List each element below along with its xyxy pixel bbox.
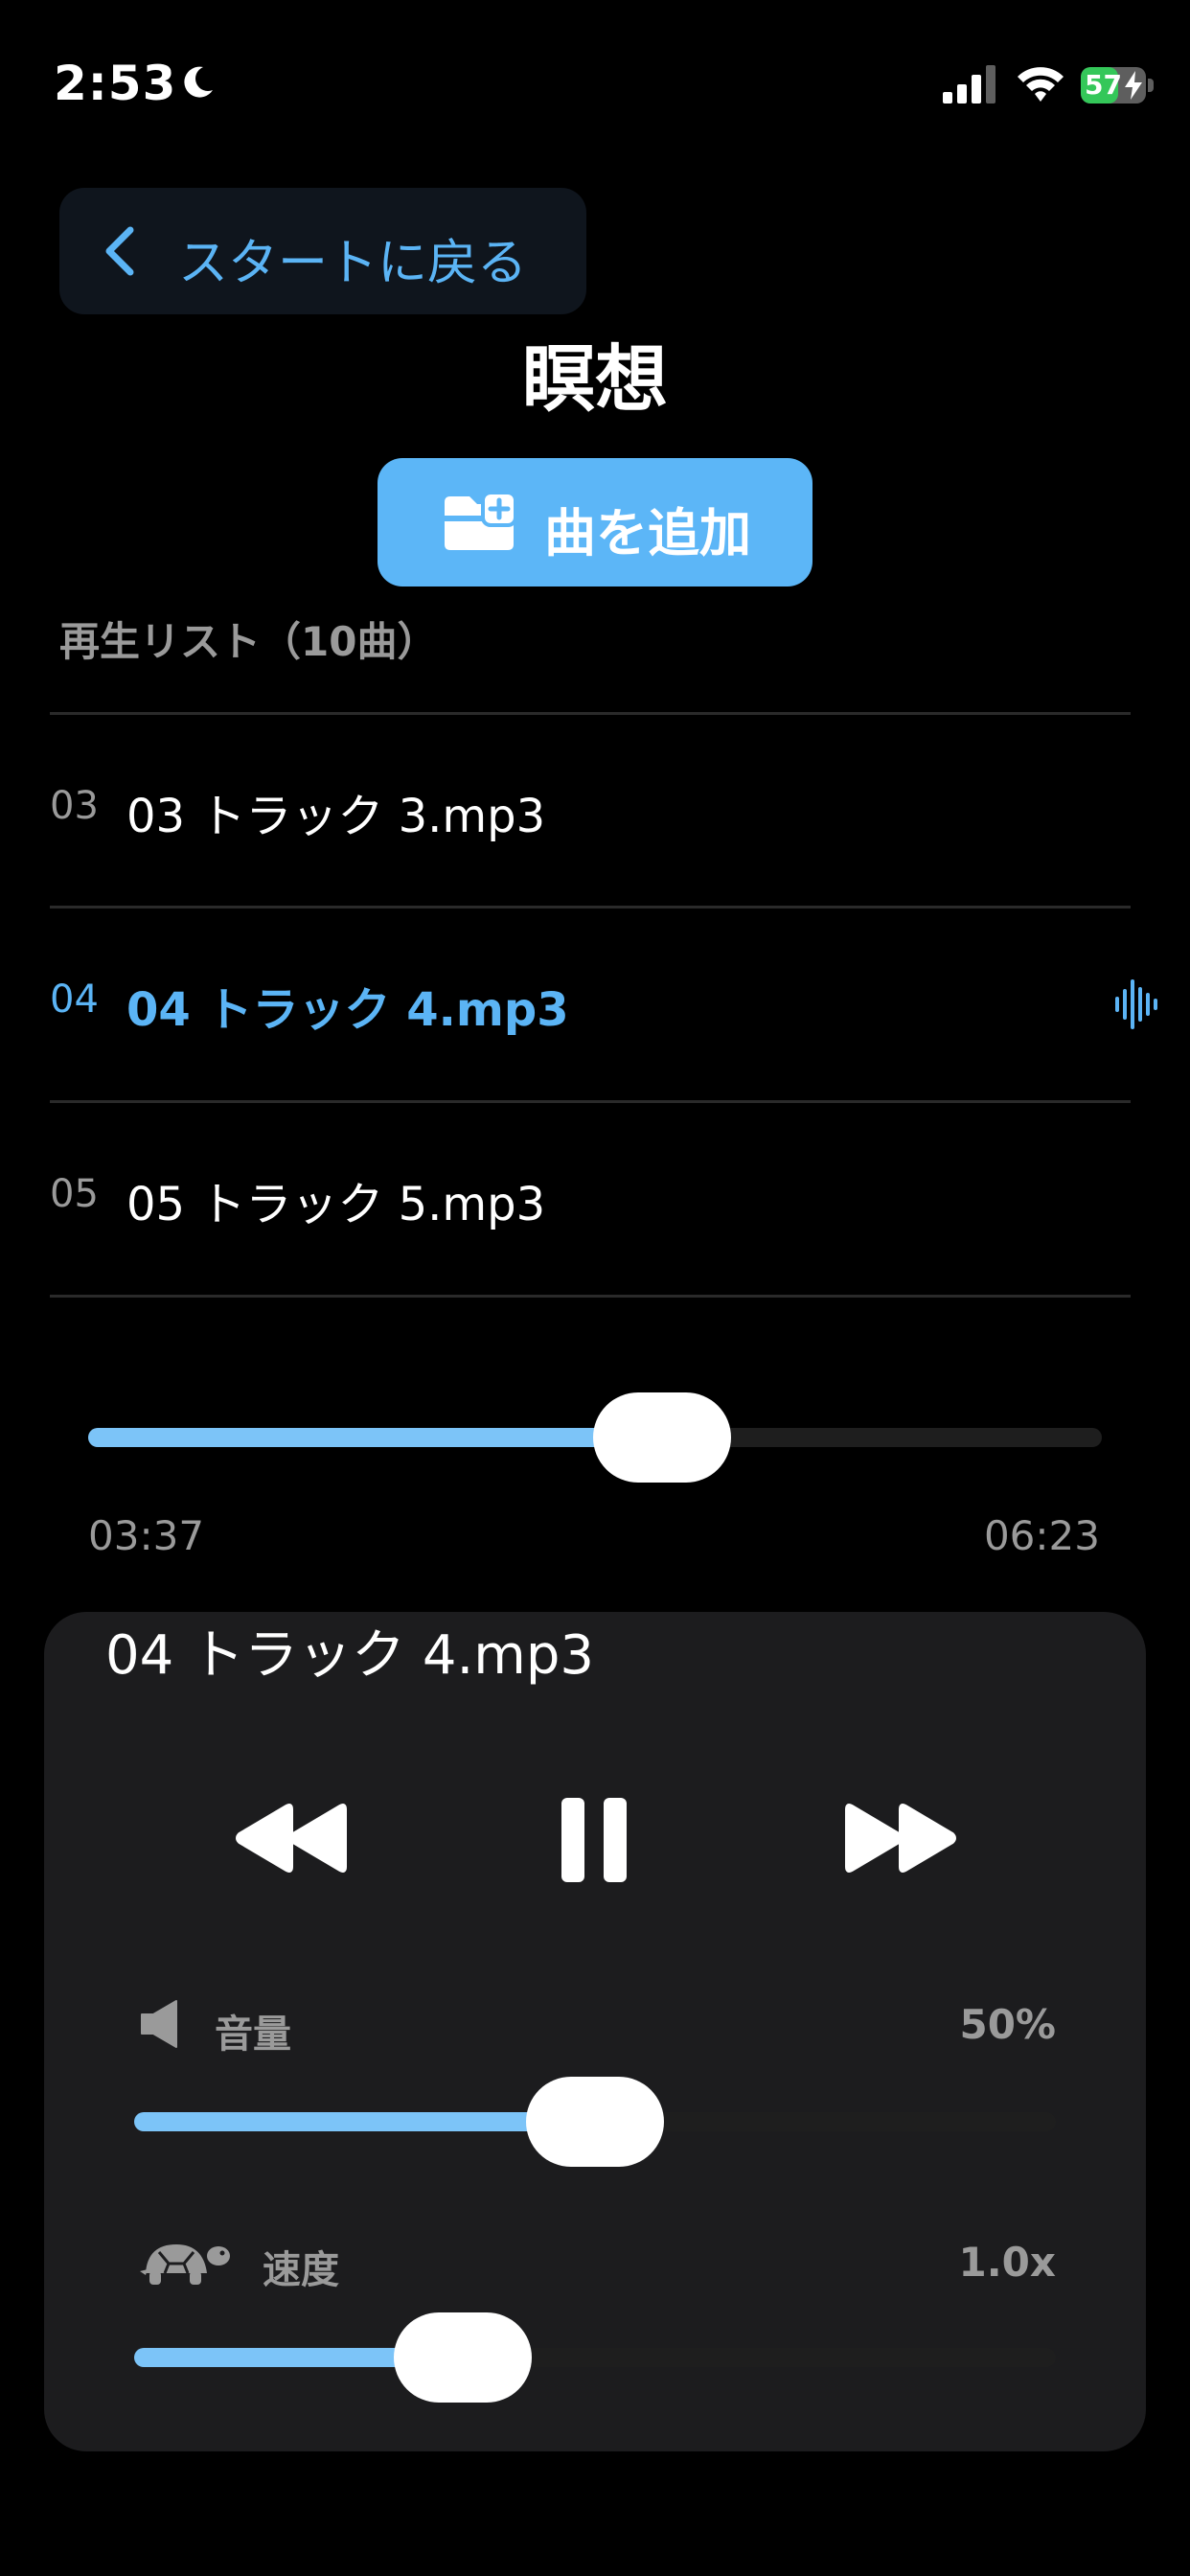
status-time: 2:53 bbox=[54, 56, 177, 111]
add-songs-label: 曲を追加 bbox=[544, 503, 751, 564]
folder-add-icon bbox=[445, 493, 517, 550]
playlist-item[interactable]: 03 03 トラック 3.mp3 bbox=[50, 715, 1190, 907]
speed-thumb[interactable] bbox=[394, 2312, 533, 2403]
wifi-icon bbox=[1018, 67, 1064, 102]
back-button-label: スタートに戻る bbox=[178, 235, 528, 292]
speed-value: 1.0x bbox=[958, 2239, 1057, 2286]
page-title: 瞑想 bbox=[522, 336, 668, 422]
track-name: 04 トラック 4.mp3 bbox=[126, 983, 569, 1037]
signal-icon bbox=[943, 65, 995, 104]
playlist-item[interactable]: 05 05 トラック 5.mp3 bbox=[50, 1103, 1190, 1295]
pause-icon[interactable] bbox=[560, 1796, 629, 1884]
battery-percent: 57 bbox=[1085, 69, 1122, 101]
player-card: 04 トラック 4.mp3 音量 50% 速度 1.0x bbox=[44, 1612, 1146, 2451]
track-name: 03 トラック 3.mp3 bbox=[126, 790, 546, 843]
playback-progress-slider[interactable] bbox=[88, 1392, 1102, 1483]
chevron-left-icon bbox=[105, 226, 134, 276]
track-name: 05 トラック 5.mp3 bbox=[126, 1178, 546, 1231]
current-time: 03:37 bbox=[88, 1512, 205, 1559]
speed-label: 速度 bbox=[263, 2248, 339, 2292]
volume-label: 音量 bbox=[215, 2012, 291, 2057]
track-number: 04 bbox=[50, 978, 99, 1022]
back-to-start-button[interactable]: スタートに戻る bbox=[59, 188, 586, 314]
progress-thumb[interactable] bbox=[592, 1392, 731, 1483]
add-songs-button[interactable]: 曲を追加 bbox=[378, 458, 812, 586]
track-number: 03 bbox=[50, 784, 99, 828]
rewind-icon[interactable] bbox=[236, 1804, 349, 1873]
now-playing-title: 04 トラック 4.mp3 bbox=[105, 1624, 595, 1687]
total-time: 06:23 bbox=[983, 1512, 1100, 1559]
speaker-icon bbox=[141, 2000, 177, 2048]
turtle-icon bbox=[140, 2244, 230, 2285]
track-number: 05 bbox=[50, 1172, 99, 1216]
playlist-header: 再生リスト（10曲） bbox=[59, 618, 438, 665]
volume-thumb[interactable] bbox=[526, 2077, 664, 2167]
speed-slider[interactable] bbox=[134, 2312, 1056, 2403]
divider bbox=[50, 1295, 1131, 1298]
fast-forward-icon[interactable] bbox=[843, 1804, 956, 1873]
moon-icon bbox=[184, 66, 213, 98]
volume-slider[interactable] bbox=[134, 2077, 1056, 2167]
battery-icon: 57 bbox=[1081, 67, 1154, 104]
progress-fill bbox=[88, 1428, 662, 1447]
volume-value: 50% bbox=[959, 2001, 1056, 2048]
playlist-item-active[interactable]: 04 04 トラック 4.mp3 bbox=[50, 908, 1190, 1100]
waveform-icon bbox=[1115, 979, 1157, 1029]
